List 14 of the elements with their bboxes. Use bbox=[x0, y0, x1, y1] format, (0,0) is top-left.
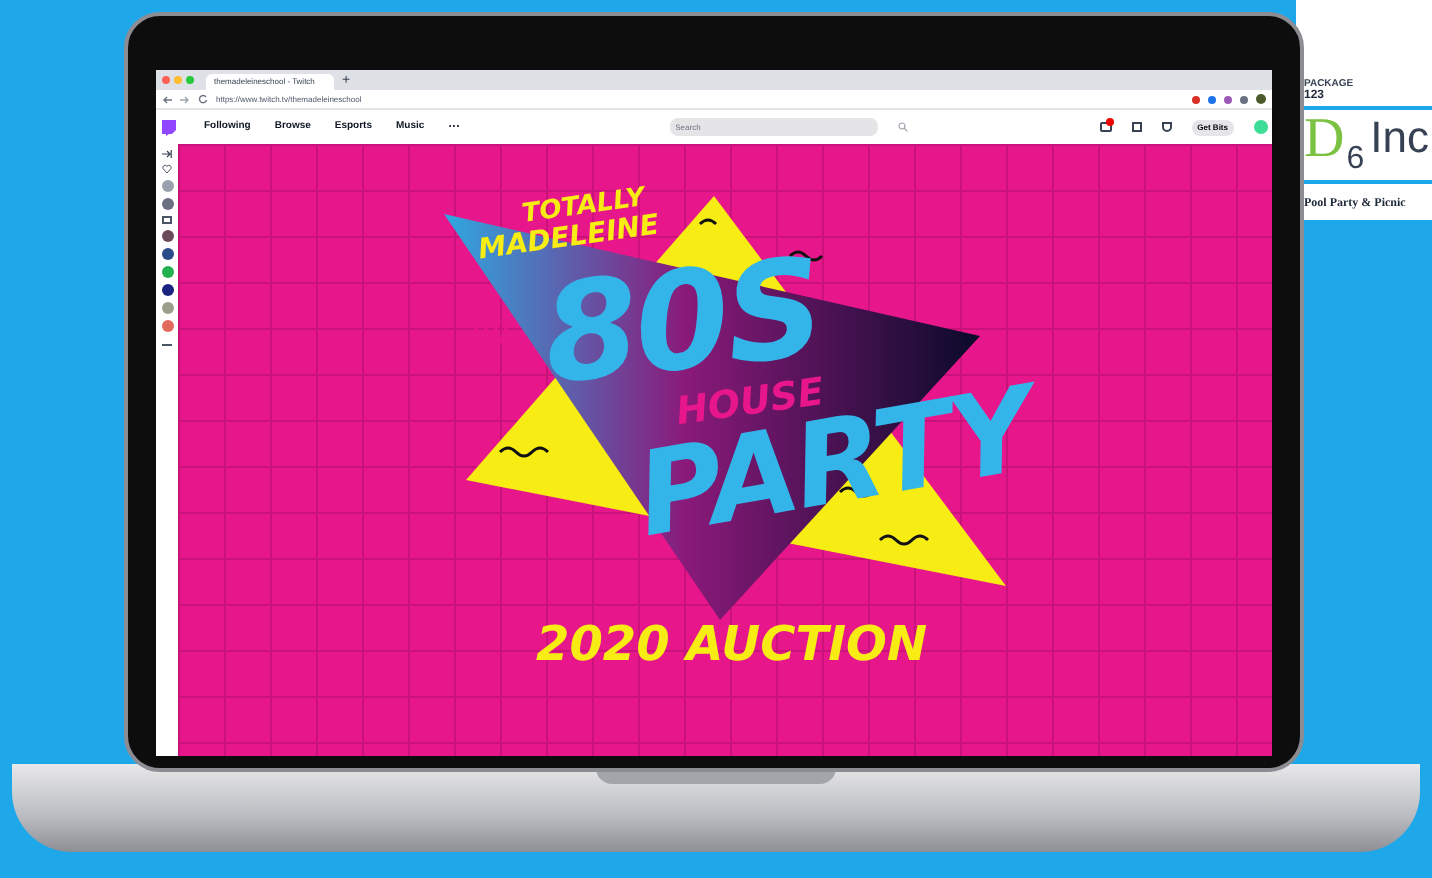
banner-footer: 2020 AUCTION bbox=[536, 620, 928, 668]
back-icon[interactable] bbox=[162, 95, 172, 103]
reload-icon[interactable] bbox=[198, 94, 208, 104]
profile-icon[interactable] bbox=[1256, 94, 1266, 104]
logo-subscript: 6 bbox=[1346, 144, 1365, 176]
inbox-icon[interactable] bbox=[1131, 122, 1142, 132]
search-icon[interactable] bbox=[897, 122, 908, 132]
forward-icon[interactable] bbox=[180, 95, 190, 103]
collapse-icon[interactable] bbox=[162, 150, 172, 158]
logo-icon[interactable] bbox=[160, 119, 176, 135]
logo-letter: D bbox=[1304, 112, 1345, 168]
notification-icon[interactable] bbox=[1099, 122, 1112, 132]
logo-text: Inc bbox=[1370, 116, 1429, 160]
heart-icon[interactable] bbox=[162, 164, 172, 174]
